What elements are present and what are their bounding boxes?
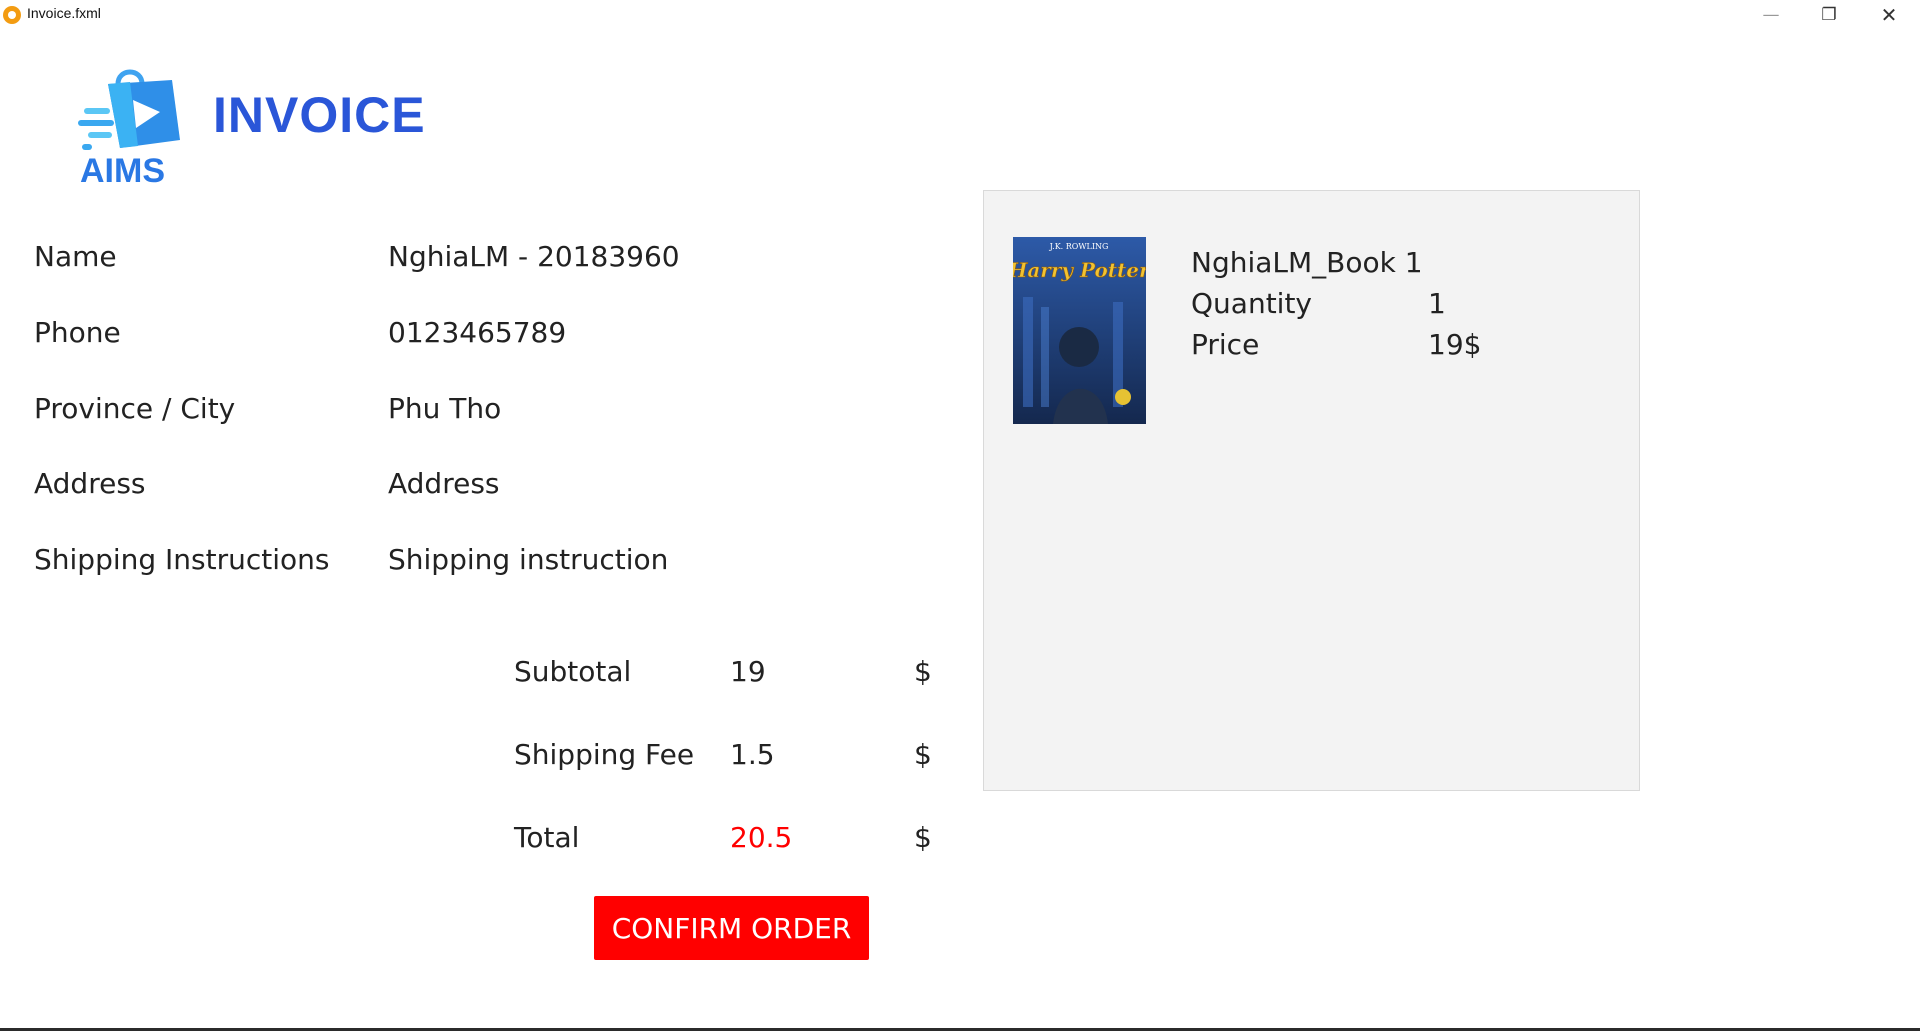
item-quantity-value: 1 — [1428, 287, 1446, 320]
address-label: Address — [34, 467, 146, 500]
invoice-window: Invoice.fxml — ❐ ✕ AIMS INVOICE Name Ngh… — [0, 0, 1920, 1031]
phone-label: Phone — [34, 316, 121, 349]
cart-panel: J.K. ROWLING Harry Potter NghiaLM_Book 1… — [983, 190, 1640, 791]
close-button[interactable]: ✕ — [1860, 0, 1918, 30]
total-value: 20.5 — [730, 821, 793, 854]
page-title: INVOICE — [213, 87, 426, 143]
name-label: Name — [34, 240, 117, 273]
book-cover-image: J.K. ROWLING Harry Potter — [1013, 237, 1146, 424]
phone-value: 0123465789 — [388, 316, 567, 349]
shipping-fee-value: 1.5 — [730, 738, 775, 771]
app-icon — [3, 6, 21, 24]
shipping-fee-label: Shipping Fee — [514, 738, 695, 771]
subtotal-currency: $ — [914, 655, 932, 688]
subtotal-label: Subtotal — [514, 655, 632, 688]
confirm-order-button[interactable]: CONFIRM ORDER — [594, 896, 869, 960]
total-label: Total — [514, 821, 580, 854]
item-price-value: 19$ — [1428, 328, 1482, 361]
item-price-label: Price — [1191, 328, 1260, 361]
maximize-button[interactable]: ❐ — [1800, 0, 1858, 30]
subtotal-value: 19 — [730, 655, 766, 688]
shipping-instructions-value: Shipping instruction — [388, 543, 669, 576]
total-currency: $ — [914, 821, 932, 854]
name-value: NghiaLM - 20183960 — [388, 240, 680, 273]
province-value: Phu Tho — [388, 392, 502, 425]
logo-text: AIMS — [80, 152, 165, 190]
shipping-instructions-label: Shipping Instructions — [34, 543, 330, 576]
minimize-button[interactable]: — — [1742, 0, 1800, 30]
window-title: Invoice.fxml — [27, 5, 101, 21]
province-label: Province / City — [34, 392, 236, 425]
shipping-fee-currency: $ — [914, 738, 932, 771]
item-name: NghiaLM_Book 1 — [1191, 246, 1423, 279]
address-value: Address — [388, 467, 500, 500]
book-cover-title: Harry Potter — [1013, 258, 1146, 282]
book-cover-author: J.K. ROWLING — [1049, 242, 1109, 251]
item-quantity-label: Quantity — [1191, 287, 1312, 320]
title-bar: Invoice.fxml — ❐ ✕ — [0, 0, 1920, 30]
